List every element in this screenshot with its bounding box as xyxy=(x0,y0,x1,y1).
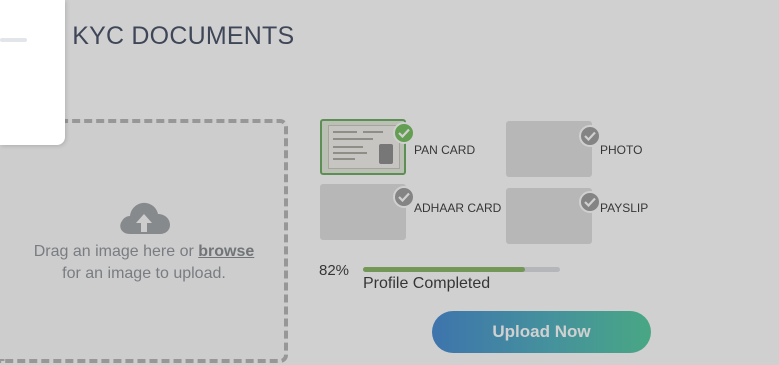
profile-percent: 82% xyxy=(319,262,350,279)
payslip-check-icon xyxy=(579,191,601,213)
pan-card-image xyxy=(328,125,400,169)
photo-label: PHOTO xyxy=(600,143,643,157)
dropzone-instructions: Drag an image here or browse for an imag… xyxy=(0,241,288,285)
upload-now-button[interactable]: Upload Now xyxy=(432,311,651,353)
page-title: AD KYC DOCUMENTS xyxy=(30,22,295,50)
dropzone-text-after: for an image to upload. xyxy=(62,265,226,282)
adhaar-card-check-icon xyxy=(393,186,415,208)
dropzone-text-before: Drag an image here or xyxy=(33,243,199,260)
pan-card-check-icon xyxy=(393,122,415,144)
photo-thumbnail[interactable] xyxy=(506,121,592,177)
profile-progress-fill xyxy=(363,267,525,272)
kyc-upload-page: AD KYC DOCUMENTS es Drag an image here o… xyxy=(0,0,779,365)
payslip-label: PAYSLIP xyxy=(600,201,649,215)
profile-progress-label: Profile Completed xyxy=(363,275,491,292)
profile-progress-bar xyxy=(363,267,560,272)
pan-card-label: PAN CARD xyxy=(414,143,476,157)
popup-panel xyxy=(0,0,65,145)
image-dropzone[interactable]: Drag an image here or browse for an imag… xyxy=(0,119,288,363)
browse-link[interactable]: browse xyxy=(198,243,254,260)
photo-check-icon xyxy=(579,125,601,147)
adhaar-card-label: ADHAAR CARD xyxy=(414,201,502,215)
cloud-upload-icon xyxy=(120,202,170,234)
popup-divider xyxy=(0,38,27,42)
